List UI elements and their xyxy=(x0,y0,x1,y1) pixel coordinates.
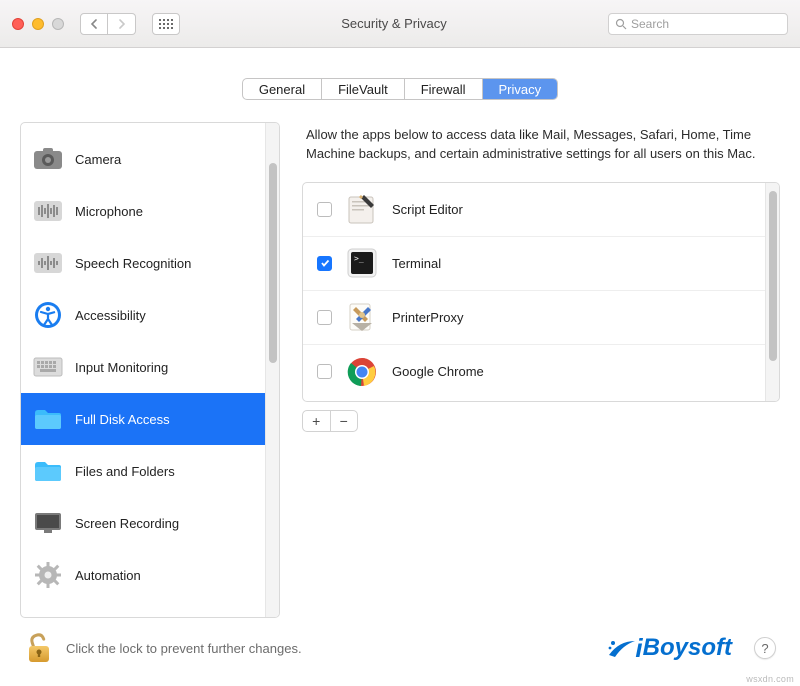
scrollbar-thumb[interactable] xyxy=(769,191,777,361)
app-label: PrinterProxy xyxy=(392,310,464,325)
microphone-icon xyxy=(33,196,63,226)
nav-buttons xyxy=(80,13,136,35)
tab-privacy[interactable]: Privacy xyxy=(483,79,558,99)
footer: Click the lock to prevent further change… xyxy=(20,618,780,678)
help-button[interactable]: ? xyxy=(754,637,776,659)
minimize-window-button[interactable] xyxy=(32,18,44,30)
sidebar-item-speech-recognition[interactable]: Speech Recognition xyxy=(21,237,265,289)
checkbox[interactable] xyxy=(317,202,332,217)
script-editor-icon xyxy=(346,193,378,225)
grid-icon xyxy=(159,19,173,29)
app-label: Terminal xyxy=(392,256,441,271)
folder-icon xyxy=(33,404,63,434)
app-list: Script Editor >_ Terminal xyxy=(302,182,780,402)
app-row-printerproxy[interactable]: PrinterProxy xyxy=(303,291,765,345)
sidebar-item-accessibility[interactable]: Accessibility xyxy=(21,289,265,341)
sidebar-item-label: Camera xyxy=(75,152,121,167)
sidebar-item-screen-recording[interactable]: Screen Recording xyxy=(21,497,265,549)
back-button[interactable] xyxy=(80,13,108,35)
camera-icon xyxy=(33,144,63,174)
sidebar: Camera Microphone Speech Recognition xyxy=(20,122,280,618)
sidebar-scrollbar[interactable] xyxy=(265,123,279,617)
forward-button[interactable] xyxy=(108,13,136,35)
checkbox[interactable] xyxy=(317,364,332,379)
lock-hint-text: Click the lock to prevent further change… xyxy=(66,641,595,656)
sidebar-item-files-and-folders[interactable]: Files and Folders xyxy=(21,445,265,497)
zoom-window-button[interactable] xyxy=(52,18,64,30)
chevron-left-icon xyxy=(90,19,98,29)
description-text: Allow the apps below to access data like… xyxy=(302,122,780,182)
app-label: Google Chrome xyxy=(392,364,484,379)
show-all-button[interactable] xyxy=(152,13,180,35)
tab-bar: General FileVault Firewall Privacy xyxy=(20,78,780,100)
sidebar-item-label: Accessibility xyxy=(75,308,146,323)
screen-icon xyxy=(33,508,63,538)
unlock-icon xyxy=(26,632,52,664)
chevron-right-icon xyxy=(118,19,126,29)
tab-firewall[interactable]: Firewall xyxy=(405,79,483,99)
chrome-icon xyxy=(346,356,378,388)
add-button[interactable]: + xyxy=(303,411,331,431)
search-placeholder: Search xyxy=(631,17,669,31)
sidebar-item-microphone[interactable]: Microphone xyxy=(21,185,265,237)
watermark: wsxdn.com xyxy=(746,674,794,684)
app-row-script-editor[interactable]: Script Editor xyxy=(303,183,765,237)
brand-logo: iBoysoft xyxy=(607,633,732,664)
app-row-google-chrome[interactable]: Google Chrome xyxy=(303,345,765,399)
sidebar-item-label: Microphone xyxy=(75,204,143,219)
gear-icon xyxy=(33,560,63,590)
sidebar-item-full-disk-access[interactable]: Full Disk Access xyxy=(21,393,265,445)
keyboard-icon xyxy=(33,352,63,382)
sidebar-item-input-monitoring[interactable]: Input Monitoring xyxy=(21,341,265,393)
tab-filevault[interactable]: FileVault xyxy=(322,79,405,99)
remove-button[interactable]: − xyxy=(331,411,358,431)
checkbox[interactable] xyxy=(317,256,332,271)
sidebar-item-label: Speech Recognition xyxy=(75,256,191,271)
sidebar-item-camera[interactable]: Camera xyxy=(21,133,265,185)
detail-pane: Allow the apps below to access data like… xyxy=(302,122,780,618)
window-controls xyxy=(12,18,64,30)
content-area: General FileVault Firewall Privacy Camer… xyxy=(0,48,800,686)
accessibility-icon xyxy=(33,300,63,330)
add-remove-control: + − xyxy=(302,410,358,432)
app-label: Script Editor xyxy=(392,202,463,217)
sidebar-item-label: Input Monitoring xyxy=(75,360,168,375)
tab-general[interactable]: General xyxy=(243,79,322,99)
search-icon xyxy=(615,18,627,30)
brand-swoosh-icon xyxy=(607,635,637,661)
close-window-button[interactable] xyxy=(12,18,24,30)
app-row-terminal[interactable]: >_ Terminal xyxy=(303,237,765,291)
sidebar-item-label: Screen Recording xyxy=(75,516,179,531)
sidebar-item-automation[interactable]: Automation xyxy=(21,549,265,601)
sidebar-item-label: Full Disk Access xyxy=(75,412,170,427)
search-input[interactable]: Search xyxy=(608,13,788,35)
window-title: Security & Privacy xyxy=(190,16,598,31)
terminal-icon: >_ xyxy=(346,247,378,279)
lock-button[interactable] xyxy=(24,631,54,665)
svg-text:>_: >_ xyxy=(354,254,364,263)
titlebar: Security & Privacy Search xyxy=(0,0,800,48)
app-generic-icon xyxy=(346,301,378,333)
applist-scrollbar[interactable] xyxy=(765,183,779,401)
speech-icon xyxy=(33,248,63,278)
scrollbar-thumb[interactable] xyxy=(269,163,277,363)
brand-text: Boysoft xyxy=(643,634,732,662)
sidebar-item-label: Automation xyxy=(75,568,141,583)
checkbox[interactable] xyxy=(317,310,332,325)
sidebar-item-label: Files and Folders xyxy=(75,464,175,479)
folder-icon xyxy=(33,456,63,486)
